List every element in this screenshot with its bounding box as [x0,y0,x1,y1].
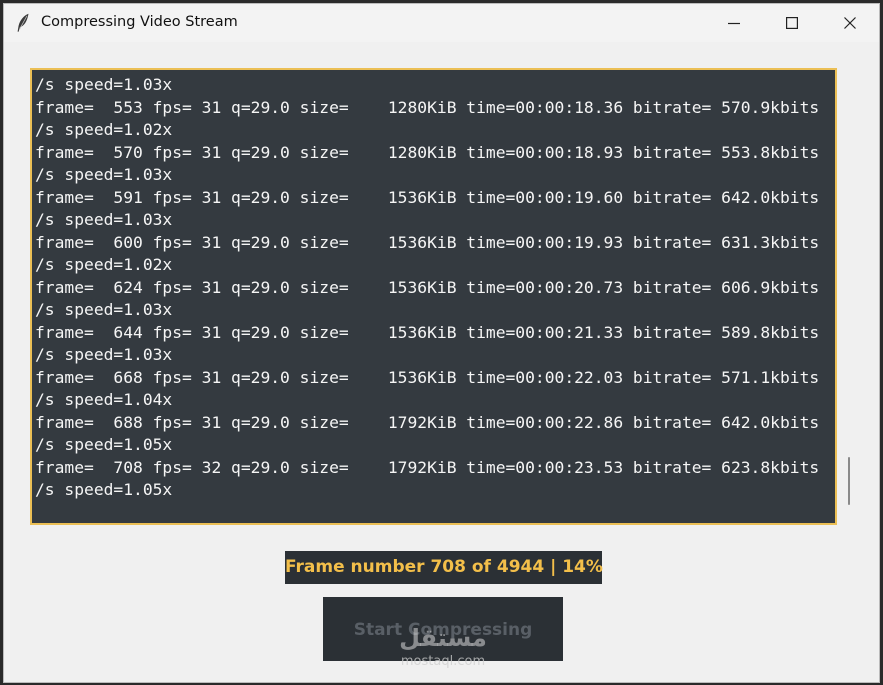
window-title: Compressing Video Stream [41,14,238,30]
console-line: frame= 708 fps= 32 q=29.0 size= 1792KiB … [35,457,820,477]
console-line: /s speed=1.05x [35,435,173,454]
console-line: /s speed=1.04x [35,390,173,409]
feather-icon [16,13,30,33]
console-line: frame= 570 fps= 31 q=29.0 size= 1280KiB … [35,142,820,162]
console-line: /s speed=1.03x [35,210,173,229]
console-line: /s speed=1.02x [35,255,173,274]
vertical-scrollbar[interactable] [844,68,854,525]
console-line: frame= 668 fps= 31 q=29.0 size= 1536KiB … [35,367,820,387]
minimize-icon [728,22,740,25]
maximize-icon [786,17,798,29]
console-line: frame= 591 fps= 31 q=29.0 size= 1536KiB … [35,187,820,207]
console-line: /s speed=1.05x [35,480,173,499]
console-line: /s speed=1.02x [35,120,173,139]
start-compressing-button[interactable]: Start Compressing [323,597,563,661]
console-line: frame= 644 fps= 31 q=29.0 size= 1536KiB … [35,322,820,342]
console-line: frame= 553 fps= 31 q=29.0 size= 1280KiB … [35,97,820,117]
console-line: frame= 624 fps= 31 q=29.0 size= 1536KiB … [35,277,820,297]
progress-label: Frame number 708 of 4944 | 14% [285,551,603,584]
close-icon [844,17,856,29]
console-lines: /s speed=1.03x frame= 553 fps= 31 q=29.0… [35,74,819,502]
scrollbar-thumb[interactable] [848,457,850,505]
console-line: /s speed=1.03x [35,75,173,94]
maximize-button[interactable] [764,4,822,42]
title-bar[interactable]: Compressing Video Stream [4,4,879,42]
console-line: frame= 600 fps= 31 q=29.0 size= 1536KiB … [35,232,820,252]
close-button[interactable] [822,4,879,42]
console-line: /s speed=1.03x [35,300,173,319]
console-line: frame= 688 fps= 31 q=29.0 size= 1792KiB … [35,412,820,432]
minimize-button[interactable] [706,4,764,42]
console-line: /s speed=1.03x [35,165,173,184]
console-output[interactable]: /s speed=1.03x frame= 553 fps= 31 q=29.0… [30,68,837,525]
console-line: /s speed=1.03x [35,345,173,364]
app-window: Compressing Video Stream /s speed=1.03x … [3,3,880,683]
